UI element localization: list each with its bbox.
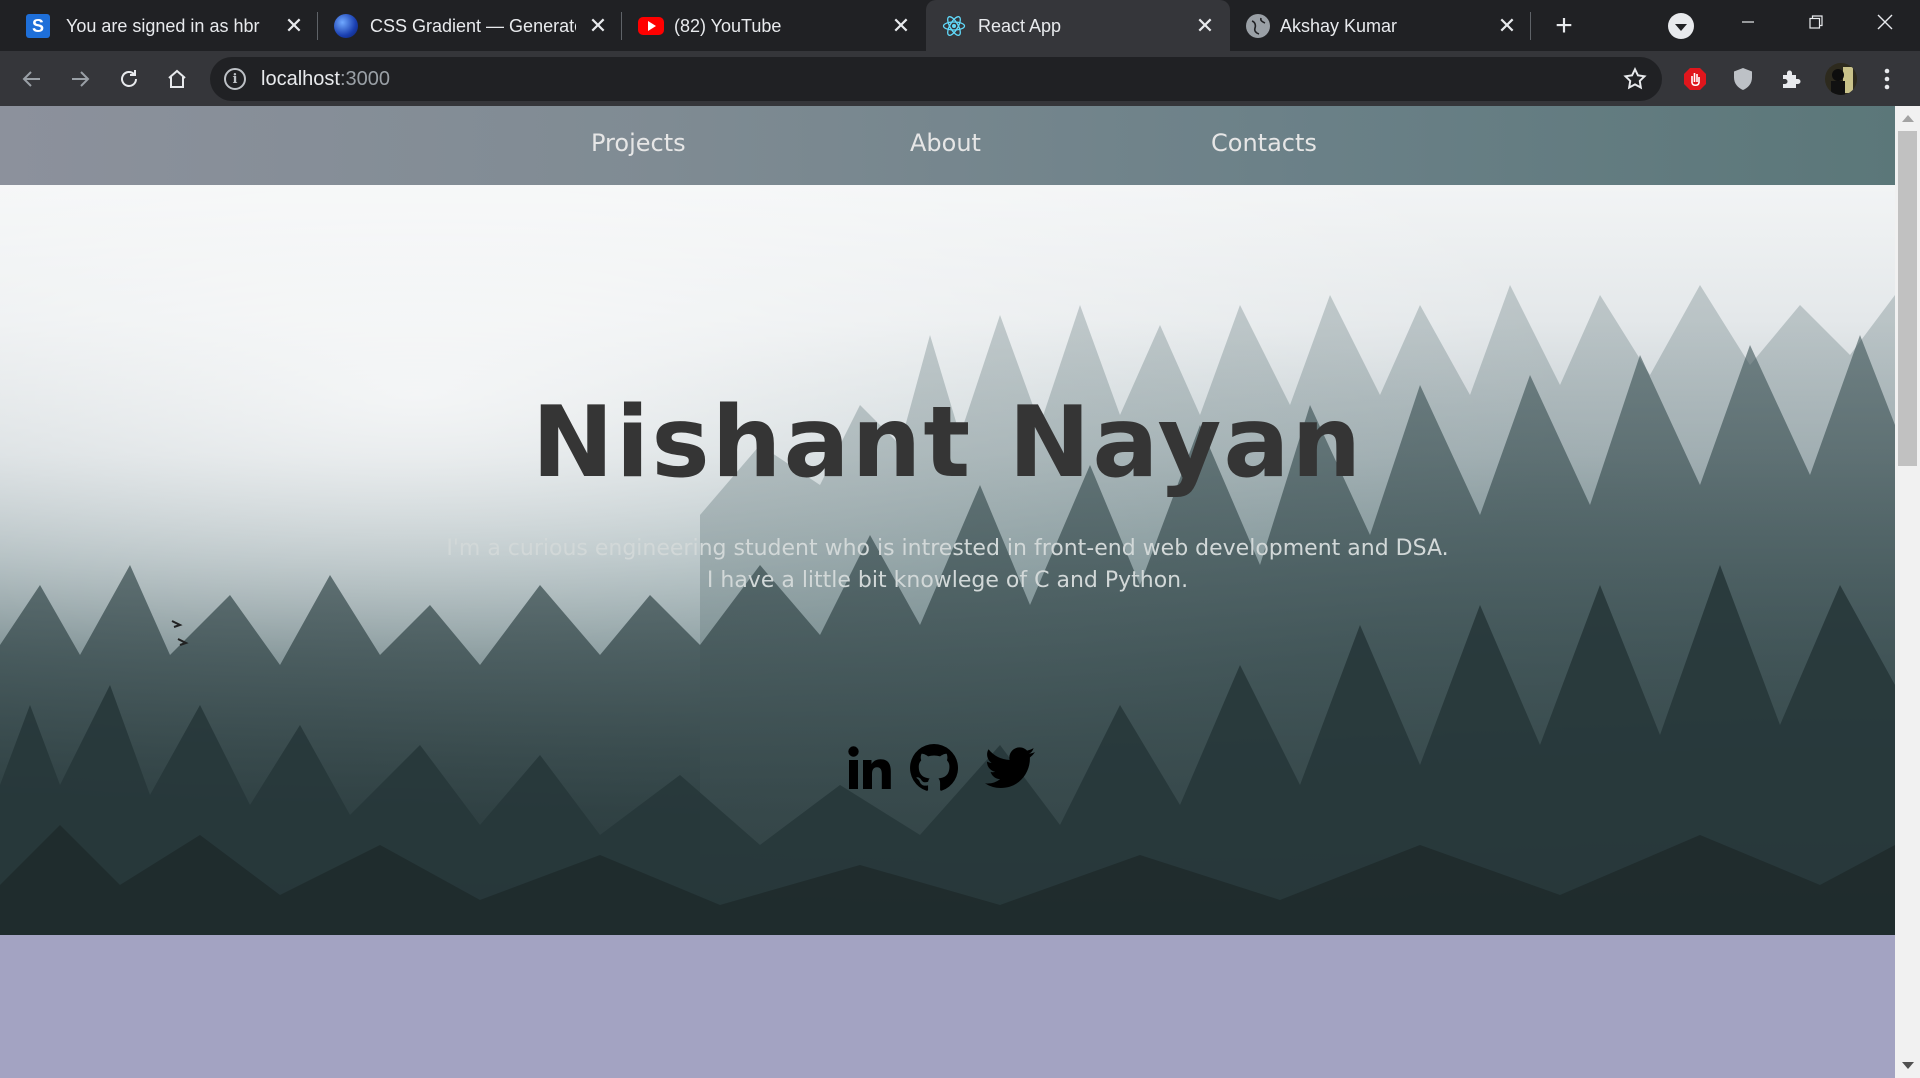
close-icon[interactable]: ✕	[1493, 12, 1521, 40]
tab-css-gradient[interactable]: CSS Gradient — Generator, Maker ✕	[318, 0, 621, 51]
close-icon[interactable]: ✕	[584, 12, 612, 40]
tab-separator	[1530, 12, 1531, 40]
minimize-icon[interactable]	[1715, 0, 1781, 44]
scrollbar-thumb[interactable]	[1898, 131, 1917, 466]
reload-icon[interactable]	[111, 61, 147, 97]
tab-akshay-kumar[interactable]: Akshay Kumar ✕	[1232, 0, 1532, 51]
hero-intro-line-2: I have a little bit knowlege of C and Py…	[706, 568, 1189, 593]
hero-section: Nishant Nayan I'm a curious engineering …	[0, 185, 1895, 935]
back-arrow-icon[interactable]	[14, 61, 50, 97]
hero-intro-line-1: I'm a curious engineering student who is…	[446, 536, 1449, 561]
browser-toolbar: i localhost:3000	[0, 51, 1920, 106]
linkedin-icon[interactable]	[844, 742, 896, 794]
more-menu-icon[interactable]	[1873, 65, 1901, 93]
tab-title: You are signed in as hbr	[66, 16, 260, 36]
adblock-hand-icon[interactable]	[1681, 65, 1709, 93]
tab-title: React App	[978, 16, 1062, 36]
s-logo-icon: S	[26, 14, 50, 38]
forward-arrow-icon[interactable]	[62, 61, 98, 97]
hero-name-title: Nishant Nayan	[531, 386, 1364, 500]
github-icon[interactable]	[908, 742, 960, 794]
profile-avatar[interactable]	[1825, 63, 1857, 95]
react-icon	[942, 14, 966, 38]
globe-icon	[1246, 14, 1270, 38]
tab-react-app[interactable]: React App ✕	[926, 0, 1230, 51]
page-scrollbar[interactable]	[1895, 106, 1920, 1078]
bird-silhouette	[171, 620, 189, 646]
tab-title: (82) YouTube	[674, 16, 782, 36]
gradient-globe-icon	[334, 14, 358, 38]
tab-strip: S You are signed in as hbr ✕ CSS Gradien…	[0, 0, 1920, 51]
nav-contacts[interactable]: Contacts	[1211, 128, 1317, 158]
extensions-puzzle-icon[interactable]	[1777, 65, 1805, 93]
bookmark-star-icon[interactable]	[1622, 66, 1648, 92]
new-tab-button[interactable]: +	[1548, 9, 1580, 42]
tab-youtube[interactable]: (82) YouTube ✕	[622, 0, 924, 51]
nav-projects[interactable]: Projects	[591, 128, 686, 158]
close-icon[interactable]: ✕	[1191, 12, 1219, 40]
home-icon[interactable]	[159, 61, 195, 97]
shield-icon[interactable]	[1729, 65, 1757, 93]
tab-title: Akshay Kumar	[1280, 16, 1398, 36]
restore-icon[interactable]	[1783, 0, 1849, 44]
nav-about[interactable]: About	[910, 128, 981, 158]
scroll-down-arrow-icon[interactable]	[1902, 1062, 1914, 1069]
tab-signed-in[interactable]: S You are signed in as hbr ✕	[0, 0, 316, 51]
page-viewport: Projects About Contacts Nishant Nayan I'…	[0, 106, 1895, 1078]
window-close-icon[interactable]	[1852, 0, 1918, 44]
youtube-icon	[638, 17, 664, 35]
tab-search-icon[interactable]	[1668, 13, 1694, 39]
site-info-icon[interactable]: i	[224, 68, 246, 90]
twitter-icon[interactable]	[984, 742, 1036, 794]
close-icon[interactable]: ✕	[887, 12, 915, 40]
site-navbar: Projects About Contacts	[0, 106, 1895, 185]
close-icon[interactable]: ✕	[280, 12, 308, 40]
tab-title: CSS Gradient — Generator, Maker	[370, 16, 576, 36]
address-bar[interactable]: i localhost:3000	[210, 57, 1662, 101]
address-url: localhost:3000	[261, 68, 390, 90]
scroll-up-arrow-icon[interactable]	[1902, 115, 1914, 122]
